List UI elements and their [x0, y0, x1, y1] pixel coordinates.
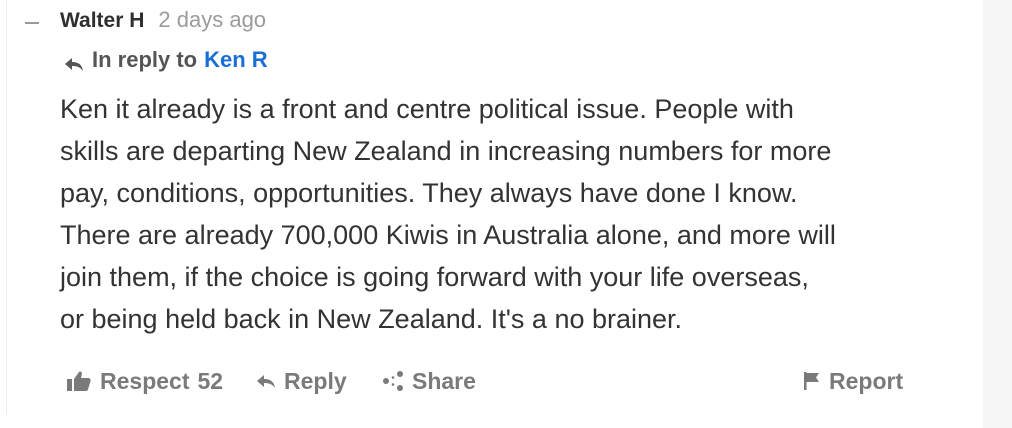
- comment-actions: Respect 52 Reply Share Report: [66, 364, 926, 398]
- report-button[interactable]: Report: [803, 364, 903, 398]
- share-button[interactable]: Share: [382, 364, 476, 398]
- thumbs-up-icon: [66, 370, 92, 392]
- comment: Walter H 2 days ago In reply to Ken R Ke…: [0, 0, 983, 428]
- comment-author[interactable]: Walter H: [60, 9, 144, 33]
- flag-icon: [803, 371, 821, 391]
- comment-timestamp: 2 days ago: [158, 7, 267, 32]
- comment-body-line: or being held back in New Zealand. It's …: [60, 304, 683, 334]
- reply-arrow-icon: [256, 373, 276, 389]
- share-label: Share: [412, 367, 476, 394]
- share-icon: [382, 370, 404, 392]
- reply-target-link[interactable]: Ken R: [204, 47, 268, 73]
- reply-arrow-icon: [64, 52, 84, 71]
- scrollbar-track[interactable]: [983, 0, 1012, 428]
- report-label: Report: [829, 367, 904, 394]
- respect-count: 52: [197, 367, 224, 394]
- reply-prefix: In reply to: [92, 47, 198, 72]
- comment-body-line: join them, if the choice is going forwar…: [60, 262, 809, 292]
- comment-body-line: skills are departing New Zealand in incr…: [60, 136, 832, 166]
- reply-button[interactable]: Reply: [256, 364, 347, 398]
- comment-body-line: Ken it already is a front and centre pol…: [60, 94, 794, 124]
- reply-label: Reply: [284, 367, 347, 394]
- comment-body: Ken it already is a front and centre pol…: [60, 88, 960, 340]
- respect-button[interactable]: Respect 52: [66, 364, 223, 398]
- comment-body-line: There are already 700,000 Kiwis in Austr…: [60, 220, 836, 250]
- comment-header: Walter H 2 days ago: [60, 7, 266, 37]
- in-reply-to: In reply to Ken R: [64, 47, 268, 73]
- comment-body-line: pay, conditions, opportunities. They alw…: [60, 178, 798, 208]
- respect-label: Respect: [100, 367, 190, 394]
- collapse-icon[interactable]: [25, 22, 39, 24]
